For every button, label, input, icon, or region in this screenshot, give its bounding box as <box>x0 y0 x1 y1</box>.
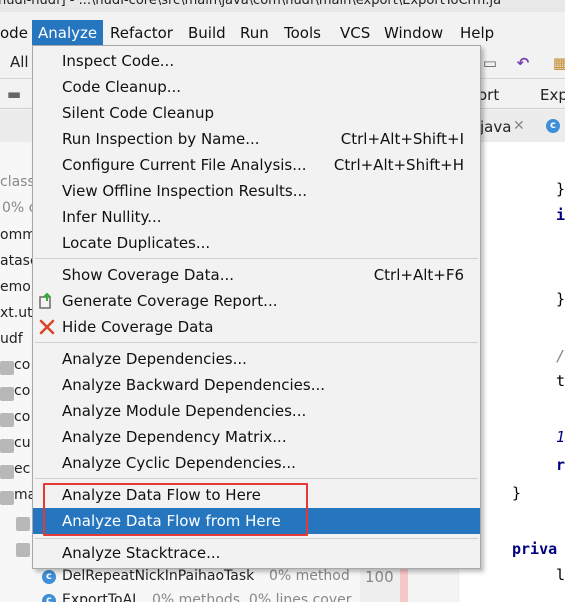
tree-line: class <box>0 174 35 190</box>
tree-line: emo <box>0 279 31 295</box>
generate-coverage-icon <box>39 292 51 309</box>
code-line: } <box>556 290 565 308</box>
toolbar-all-label[interactable]: All <box>10 53 29 71</box>
tree-line: co <box>14 383 31 399</box>
menu-item-locate-duplicates[interactable]: Locate Duplicates... <box>33 230 480 256</box>
code-line: / <box>556 347 565 365</box>
menu-bar: ode Analyze Refactor Build Run Tools VCS… <box>0 20 565 46</box>
coverage-text: 0% method <box>269 568 350 584</box>
line-number: 100 <box>365 568 394 586</box>
class-icon: c <box>42 570 56 584</box>
code-line: i <box>556 206 565 224</box>
structure-icon[interactable]: ▦ <box>550 53 565 73</box>
menu-item-analyze-dependency-matrix[interactable]: Analyze Dependency Matrix... <box>33 424 480 450</box>
class-name: ExportToAL <box>62 592 140 602</box>
hide-coverage-icon <box>39 319 55 335</box>
class-icon: c <box>42 594 56 602</box>
shortcut-label: Ctrl+Alt+Shift+H <box>333 156 464 174</box>
window-title: nudf-nudf] - ...\nudf-core\src\main\java… <box>0 0 502 8</box>
code-line: 1 <box>556 428 565 446</box>
code-line: priva <box>512 540 558 558</box>
menu-item-code-cleanup[interactable]: Code Cleanup... <box>33 74 480 100</box>
menu-item-view-offline-inspection-results[interactable]: View Offline Inspection Results... <box>33 178 480 204</box>
class-icon: c <box>546 119 560 133</box>
menu-item-show-coverage-data[interactable]: Show Coverage Data... Ctrl+Alt+F6 <box>33 262 480 288</box>
menu-refactor[interactable]: Refactor <box>104 20 179 46</box>
package-icon <box>0 491 14 505</box>
menu-item-analyze-backward-dependencies[interactable]: Analyze Backward Dependencies... <box>33 372 480 398</box>
tab-java[interactable]: java <box>480 118 511 136</box>
code-line: } <box>556 180 565 198</box>
tree-line: co <box>14 357 31 373</box>
tree-line: udf <box>0 331 23 347</box>
package-icon <box>0 361 14 375</box>
close-icon[interactable]: ✕ <box>513 118 525 134</box>
folder-icon <box>16 517 30 531</box>
code-line: t <box>556 372 565 390</box>
list-item[interactable]: c ExportToAL 0% methods, 0% lines cover <box>40 592 400 602</box>
menu-item-inspect-code[interactable]: Inspect Code... <box>33 48 480 74</box>
menu-analyze[interactable]: Analyze <box>32 20 104 46</box>
package-icon <box>0 465 14 479</box>
tree-line: xt.ut <box>0 305 33 321</box>
folder-icon <box>16 543 30 557</box>
shortcut-label: Ctrl+Alt+Shift+I <box>340 130 464 148</box>
folder-icon: ▬ <box>6 85 22 103</box>
tree-line: omm <box>0 227 36 243</box>
code-line: } <box>512 484 522 502</box>
menu-separator <box>35 258 478 259</box>
window-title-bar: nudf-nudf] - ...\nudf-core\src\main\java… <box>0 0 565 12</box>
menu-vcs[interactable]: VCS <box>334 20 376 46</box>
package-icon <box>0 387 14 401</box>
highlight-annotation-box <box>43 483 308 536</box>
menu-run[interactable]: Run <box>234 20 275 46</box>
undo-icon[interactable]: ↶ <box>513 53 533 73</box>
menu-item-hide-coverage-data[interactable]: Hide Coverage Data <box>33 314 480 340</box>
tree-line: cu <box>14 435 31 451</box>
code-line: r <box>556 456 565 474</box>
menu-item-analyze-stacktrace[interactable]: Analyze Stacktrace... <box>33 540 480 566</box>
menu-help[interactable]: Help <box>454 20 500 46</box>
class-name: DelRepeatNickInPaihaoTask <box>62 568 255 584</box>
menu-item-infer-nullity[interactable]: Infer Nullity... <box>33 204 480 230</box>
menu-build[interactable]: Build <box>182 20 232 46</box>
menu-item-analyze-cyclic-dependencies[interactable]: Analyze Cyclic Dependencies... <box>33 450 480 476</box>
package-icon <box>0 439 14 453</box>
breadcrumb-item[interactable]: Exp <box>540 86 565 104</box>
menu-window[interactable]: Window <box>378 20 449 46</box>
menu-separator <box>35 478 478 479</box>
menu-item-run-inspection-by-name[interactable]: Run Inspection by Name... Ctrl+Alt+Shift… <box>33 126 480 152</box>
code-line: l <box>556 566 565 584</box>
tree-line: ec <box>14 461 31 477</box>
coverage-text: 0% methods, 0% lines cover <box>152 592 352 602</box>
menu-item-generate-coverage-report[interactable]: Generate Coverage Report... <box>33 288 480 314</box>
tree-line: co <box>14 409 31 425</box>
menu-item-analyze-dependencies[interactable]: Analyze Dependencies... <box>33 346 480 372</box>
shortcut-label: Ctrl+Alt+F6 <box>373 266 464 284</box>
menu-separator <box>35 342 478 343</box>
menu-separator <box>35 538 478 539</box>
breadcrumb-item[interactable]: ort <box>478 86 499 104</box>
menu-item-configure-current-file-analysis[interactable]: Configure Current File Analysis... Ctrl+… <box>33 152 480 178</box>
menu-item-silent-code-cleanup[interactable]: Silent Code Cleanup <box>33 100 480 126</box>
menu-tools[interactable]: Tools <box>278 20 327 46</box>
preview-icon[interactable]: ▭ <box>480 53 500 73</box>
list-item[interactable]: c DelRepeatNickInPaihaoTask 0% method <box>40 568 400 588</box>
menu-code[interactable]: ode <box>0 20 34 46</box>
package-icon <box>0 413 14 427</box>
menu-item-analyze-module-dependencies[interactable]: Analyze Module Dependencies... <box>33 398 480 424</box>
